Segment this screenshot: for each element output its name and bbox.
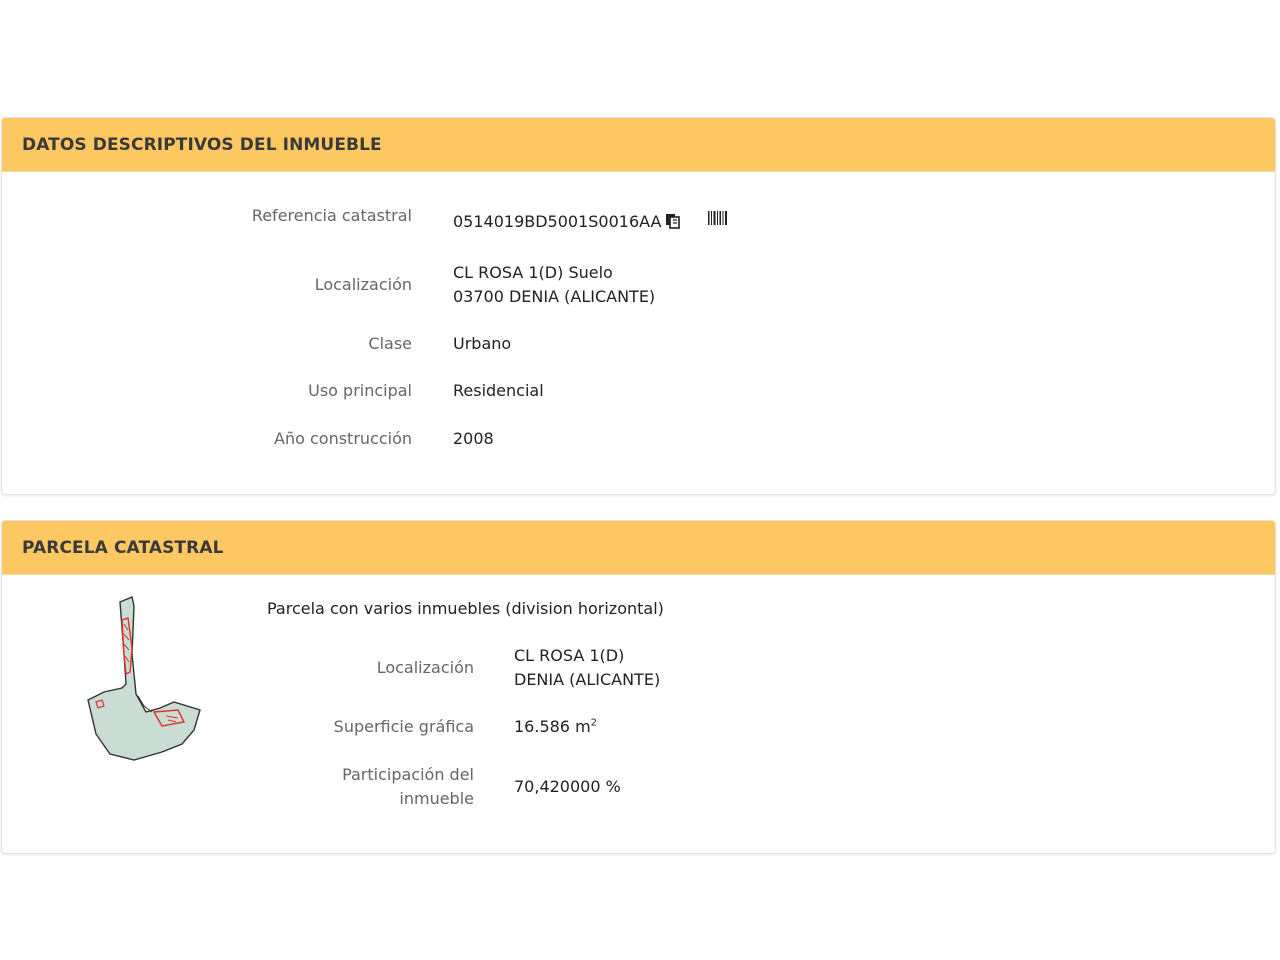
parcela-localizacion-line2: DENIA (ALICANTE) [514,670,661,689]
referencia-value[interactable]: 0514019BD5001S0016AA [453,212,661,231]
localizacion-line1: CL ROSA 1(D) Suelo [453,263,613,282]
anio-construccion-label: Año construcción [274,429,412,448]
parcela-description: Parcela con varios inmuebles (division h… [267,599,664,618]
uso-principal-value: Residencial [453,381,544,400]
participacion-label: Participación del inmueble [2,763,474,811]
superficie-unit-sup: 2 [590,717,598,729]
localizacion-value: CL ROSA 1(D) Suelo 03700 DENIA (ALICANTE… [453,261,655,309]
participacion-label-line2: inmueble [399,789,474,808]
referencia-value-wrap: 0514019BD5001S0016AA [453,210,681,234]
parcela-catastral-header: PARCELA CATASTRAL [2,521,1275,575]
barcode-icon[interactable] [707,210,729,226]
uso-principal-label: Uso principal [308,381,412,400]
clase-label: Clase [368,334,412,353]
participacion-value: 70,420000 % [514,777,621,796]
parcela-catastral-panel: PARCELA CATASTRAL Parcela con varios inm… [1,520,1276,854]
superficie-value: 16.586 m2 [514,715,597,739]
parcela-localizacion-value: CL ROSA 1(D) DENIA (ALICANTE) [514,644,660,692]
parcela-localizacion-line1: CL ROSA 1(D) [514,646,625,665]
participacion-label-line1: Participación del [342,765,474,784]
superficie-label: Superficie gráfica [333,717,474,736]
datos-descriptivos-header: DATOS DESCRIPTIVOS DEL INMUEBLE [2,118,1275,172]
localizacion-label: Localización [314,275,412,294]
anio-construccion-value: 2008 [453,429,494,448]
localizacion-line2: 03700 DENIA (ALICANTE) [453,287,656,306]
parcela-catastral-title: PARCELA CATASTRAL [22,537,224,558]
superficie-number: 16.586 m [514,717,591,736]
datos-descriptivos-panel: DATOS DESCRIPTIVOS DEL INMUEBLE Referenc… [1,117,1276,495]
referencia-label: Referencia catastral [251,206,412,225]
datos-descriptivos-title: DATOS DESCRIPTIVOS DEL INMUEBLE [22,134,382,155]
copy-icon[interactable] [665,212,681,229]
parcela-localizacion-label: Localización [376,658,474,677]
clase-value: Urbano [453,334,512,353]
